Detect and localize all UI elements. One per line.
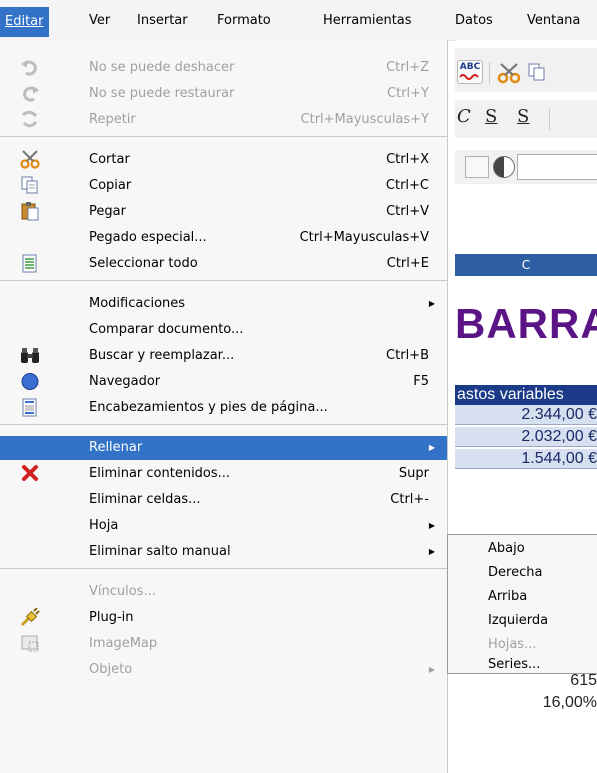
repeat-icon (22, 110, 38, 128)
menu-ver[interactable]: Ver (84, 10, 115, 32)
formula-input[interactable] (517, 154, 597, 180)
italic-button[interactable]: C (457, 106, 471, 127)
strikethrough-button[interactable]: S (517, 106, 529, 127)
submenu-item-up[interactable]: Arriba (488, 585, 527, 609)
menu-item-cut[interactable]: Cortar Ctrl+X (0, 148, 447, 171)
menu-item-sheet[interactable]: Hoja ▶ (0, 514, 447, 537)
compass-icon (21, 373, 39, 390)
menu-item-find-replace[interactable]: Buscar y reemplazar... Ctrl+B (0, 344, 447, 367)
menu-item-delete-manual-break[interactable]: Eliminar salto manual ▶ (0, 540, 447, 563)
spin-button[interactable] (465, 156, 489, 178)
menu-datos[interactable]: Datos (450, 10, 498, 32)
cut-toolbar-button[interactable] (497, 62, 521, 84)
menu-item-redo[interactable]: No se puede restaurar Ctrl+Y (0, 82, 447, 105)
submenu-item-left[interactable]: Izquierda (488, 609, 548, 633)
cell-value[interactable]: 1.544,00 € (455, 449, 597, 469)
imagemap-icon (21, 635, 39, 652)
submenu-item-series[interactable]: Series... (488, 653, 540, 677)
standard-toolbar: ABC (455, 48, 597, 92)
menu-item-changes[interactable]: Modificaciones ▶ (0, 292, 447, 315)
menu-item-compare-document[interactable]: Comparar documento... (0, 318, 447, 341)
header-footer-icon (22, 398, 37, 417)
plugin-icon (20, 608, 40, 627)
scissors-icon (497, 63, 521, 84)
select-all-icon (22, 254, 37, 273)
submenu-arrow-icon: ▶ (428, 443, 435, 452)
menu-formato[interactable]: Formato (212, 10, 276, 32)
menu-ventana[interactable]: Ventana (522, 10, 585, 32)
menu-herramientas[interactable]: Herramientas (318, 10, 417, 32)
submenu-arrow-icon: ▶ (428, 665, 435, 674)
menu-item-undo[interactable]: No se puede deshacer Ctrl+Z (0, 56, 447, 79)
cell-header-gastos[interactable]: astos variables (455, 385, 597, 405)
menu-item-links[interactable]: Vínculos... (0, 580, 447, 603)
paste-icon (21, 202, 39, 221)
menu-item-delete-cells[interactable]: Eliminar celdas... Ctrl+- (0, 488, 447, 511)
menu-separator (0, 280, 447, 281)
menu-item-paste[interactable]: Pegar Ctrl+V (0, 200, 447, 223)
submenu-item-right[interactable]: Derecha (488, 561, 542, 585)
column-header-c[interactable]: C (455, 254, 597, 276)
menu-insertar[interactable]: Insertar (132, 10, 193, 32)
submenu-item-down[interactable]: Abajo (488, 537, 525, 561)
menu-item-object[interactable]: Objeto ▶ (0, 658, 447, 681)
scissors-icon (20, 150, 40, 169)
menu-item-delete-contents[interactable]: Eliminar contenidos... Supr (0, 462, 447, 485)
menu-separator (0, 136, 447, 137)
fill-submenu: Abajo Derecha Arriba Izquierda Hojas... … (447, 534, 597, 674)
menu-item-paste-special[interactable]: Pegado especial... Ctrl+Mayusculas+V (0, 226, 447, 249)
underline-button[interactable]: S (485, 106, 497, 127)
menu-item-headers-footers[interactable]: Encabezamientos y pies de página... (0, 396, 447, 419)
cell-value[interactable]: 2.344,00 € (455, 405, 597, 425)
cell-value[interactable]: 2.032,00 € (455, 427, 597, 447)
menu-item-select-all[interactable]: Seleccionar todo Ctrl+E (0, 252, 447, 275)
formatting-toolbar: C S S (455, 100, 597, 138)
copy-icon (21, 176, 38, 194)
edit-menu: No se puede deshacer Ctrl+Z No se puede … (0, 40, 448, 773)
menu-editar[interactable]: Editar (0, 7, 49, 37)
undo-icon (21, 60, 37, 76)
submenu-arrow-icon: ▶ (428, 547, 435, 556)
menu-separator (0, 424, 447, 425)
menu-item-imagemap[interactable]: ImageMap (0, 632, 447, 655)
submenu-arrow-icon: ▶ (428, 521, 435, 530)
contrast-icon (493, 156, 515, 178)
spellcheck-wave-icon (459, 74, 479, 80)
menu-item-navigator[interactable]: Navegador F5 (0, 370, 447, 393)
submenu-arrow-icon: ▶ (428, 299, 435, 308)
menu-item-plugin[interactable]: Plug-in (0, 606, 447, 629)
spellcheck-button[interactable]: ABC (457, 60, 483, 84)
menu-item-repeat[interactable]: Repetir Ctrl+Mayusculas+Y (0, 108, 447, 131)
copy-toolbar-button[interactable] (527, 62, 547, 82)
cell-value[interactable]: 16,00% (455, 693, 597, 713)
menubar: Editar Ver Insertar Formato Herramientas… (0, 0, 597, 41)
sheet-title-text: BARRA (455, 300, 597, 347)
binoculars-icon (21, 348, 39, 363)
menu-separator (0, 568, 447, 569)
menu-item-copy[interactable]: Copiar Ctrl+C (0, 174, 447, 197)
menu-item-fill[interactable]: Rellenar ▶ (0, 436, 447, 460)
delete-x-icon (22, 465, 38, 481)
cell-toolbar (455, 150, 597, 184)
redo-icon (23, 86, 39, 102)
copy-icon (528, 63, 545, 81)
